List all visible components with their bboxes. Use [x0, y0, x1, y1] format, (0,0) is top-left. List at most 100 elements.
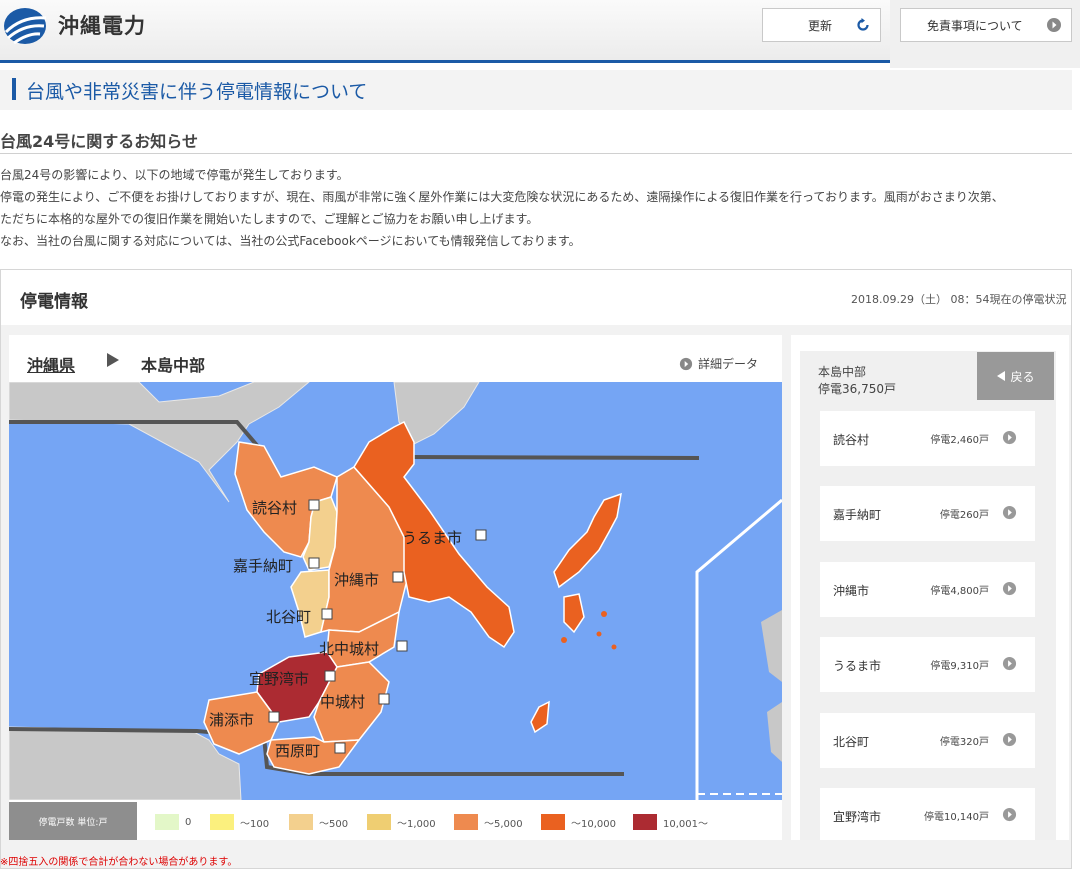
map-label-kitanakagusuku[interactable]: 北中城村 [319, 640, 379, 658]
area-count: 停電9,310戸 [930, 661, 989, 672]
legend-item: 0 [155, 814, 191, 830]
legend-swatch [367, 814, 391, 830]
area-item-kadena[interactable]: 嘉手納町 停電260戸 [820, 486, 1035, 541]
islet [596, 631, 602, 637]
area-count: 停電2,460戸 [930, 435, 989, 446]
refresh-icon [857, 18, 869, 31]
detail-data-label: 詳細データ [698, 357, 759, 371]
map-pin-icon[interactable] [308, 499, 320, 511]
legend-label: ～100 [240, 818, 270, 830]
legend-title: 停電戸数 単位:戸 [9, 802, 137, 840]
legend-swatch [210, 814, 234, 830]
legend-swatch [155, 814, 179, 830]
legend-label: ～500 [319, 818, 349, 830]
arrow-circle-icon [1002, 656, 1017, 671]
legend-label: ～5,000 [484, 818, 523, 830]
map-label-nakagusuku[interactable]: 中城村 [320, 693, 365, 711]
arrow-circle-icon [1047, 18, 1061, 32]
arrow-circle-icon [1002, 430, 1017, 445]
area-item-chatan[interactable]: 北谷町 停電320戸 [820, 713, 1035, 768]
map-pin-icon[interactable] [268, 711, 280, 723]
map-label-urasoe[interactable]: 浦添市 [209, 711, 254, 729]
map-label-ginowan[interactable]: 宜野湾市 [249, 670, 309, 688]
legend-item: 10,001～ [633, 814, 708, 830]
footnote: ※四捨五入の関係で合計が合わない場合があります。 [0, 857, 238, 868]
arrow-circle-icon [1002, 732, 1017, 747]
notice-heading: 台風24号に関するお知らせ [0, 132, 198, 151]
legend-item: ～5,000 [454, 814, 523, 830]
area-item-ginowan[interactable]: 宜野湾市 停電10,140戸 [820, 788, 1035, 840]
area-name: 沖縄市 [833, 584, 870, 598]
disclaimer-button[interactable]: 免責事項について [900, 8, 1072, 42]
legend-label: 10,001～ [663, 818, 708, 830]
side-region-name: 本島中部 [818, 365, 867, 379]
map-pin-icon[interactable] [378, 693, 390, 705]
breadcrumb-prefecture-link[interactable]: 沖縄県 [27, 352, 75, 376]
area-name: うるま市 [833, 659, 882, 673]
area-item-okinawa[interactable]: 沖縄市 停電4,800戸 [820, 562, 1035, 617]
legend-label: ～10,000 [571, 818, 616, 830]
map-label-kadena[interactable]: 嘉手納町 [233, 557, 293, 575]
divider [0, 153, 1072, 154]
brand-name[interactable]: 沖縄電力 [58, 10, 146, 40]
legend-label: ～1,000 [397, 818, 436, 830]
arrow-circle-icon [1002, 581, 1017, 596]
land-south [9, 726, 242, 800]
legend-swatch [454, 814, 478, 830]
islet [601, 611, 607, 617]
disclaimer-label: 免責事項について [927, 18, 1023, 33]
islet [561, 637, 567, 643]
legend-swatch [289, 814, 313, 830]
breadcrumb-arrow-icon [107, 353, 119, 367]
outage-timestamp: 2018.09.29（土） 08：54現在の停電状況 [851, 293, 1067, 306]
notice-paragraph: なお、当社の台風に関する対応については、当社の公式Facebookページにおいて… [0, 234, 581, 248]
map-pin-icon[interactable] [324, 670, 336, 682]
back-button[interactable]: 戻る [977, 352, 1054, 400]
detail-data-link[interactable]: 詳細データ [679, 355, 758, 372]
legend-label: 0 [185, 816, 192, 828]
area-name: 嘉手納町 [833, 508, 882, 522]
arrow-circle-icon [1002, 807, 1017, 822]
refresh-button[interactable]: 更新 [762, 8, 881, 42]
back-arrow-icon [997, 371, 1006, 381]
area-count: 停電4,800戸 [930, 586, 989, 597]
map-label-okinawa[interactable]: 沖縄市 [334, 571, 379, 589]
map-label-yomitan[interactable]: 読谷村 [252, 499, 297, 517]
arrow-circle-icon [1002, 505, 1017, 520]
area-item-yomitan[interactable]: 読谷村 停電2,460戸 [820, 411, 1035, 466]
legend-swatch [633, 814, 657, 830]
legend-item: ～500 [289, 814, 348, 830]
islet [611, 644, 617, 650]
boundary-line [408, 455, 700, 460]
notice-paragraph: 台風24号の影響により、以下の地域で停電が発生しております。 [0, 168, 349, 182]
title-accent [12, 78, 16, 100]
area-item-uruma[interactable]: うるま市 停電9,310戸 [820, 637, 1035, 692]
map-label-nishihara[interactable]: 西原町 [275, 742, 320, 760]
map-label-chatan[interactable]: 北谷町 [266, 608, 311, 626]
breadcrumb-region: 本島中部 [141, 356, 206, 375]
outage-map[interactable]: 読谷村 うるま市 嘉手納町 沖縄市 北谷町 北中城村 宜野湾市 中城村 浦添市 … [9, 382, 782, 800]
map-pin-icon[interactable] [334, 742, 346, 754]
area-count: 停電10,140戸 [924, 812, 989, 823]
map-pin-icon[interactable] [475, 529, 487, 541]
area-name: 読谷村 [833, 433, 870, 447]
legend-swatch [541, 814, 565, 830]
page-title: 台風や非常災害に伴う停電情報について [26, 81, 368, 103]
outage-panel-title: 停電情報 [20, 292, 88, 312]
side-region-total: 停電36,750戸 [818, 382, 896, 396]
map-pin-icon[interactable] [396, 640, 408, 652]
legend-item: ～1,000 [367, 814, 436, 830]
brand-logo-icon[interactable] [2, 6, 48, 46]
map-pin-icon[interactable] [392, 571, 404, 583]
notice-paragraph: ただちに本格的な屋外での復旧作業を開始いたしますので、ご理解とご協力をお願い申し… [0, 212, 539, 226]
map-label-uruma[interactable]: うるま市 [402, 529, 462, 547]
legend-item: ～10,000 [541, 814, 616, 830]
notice-paragraph: 停電の発生により、ご不便をお掛けしておりますが、現在、雨風が非常に強く屋外作業に… [0, 190, 1004, 204]
back-label: 戻る [1010, 369, 1035, 384]
map-pin-icon[interactable] [308, 557, 320, 569]
refresh-label: 更新 [808, 18, 833, 33]
map-pin-icon[interactable] [321, 608, 333, 620]
area-name: 宜野湾市 [833, 810, 882, 824]
area-count: 停電320戸 [939, 737, 989, 748]
legend-item: ～100 [210, 814, 269, 830]
